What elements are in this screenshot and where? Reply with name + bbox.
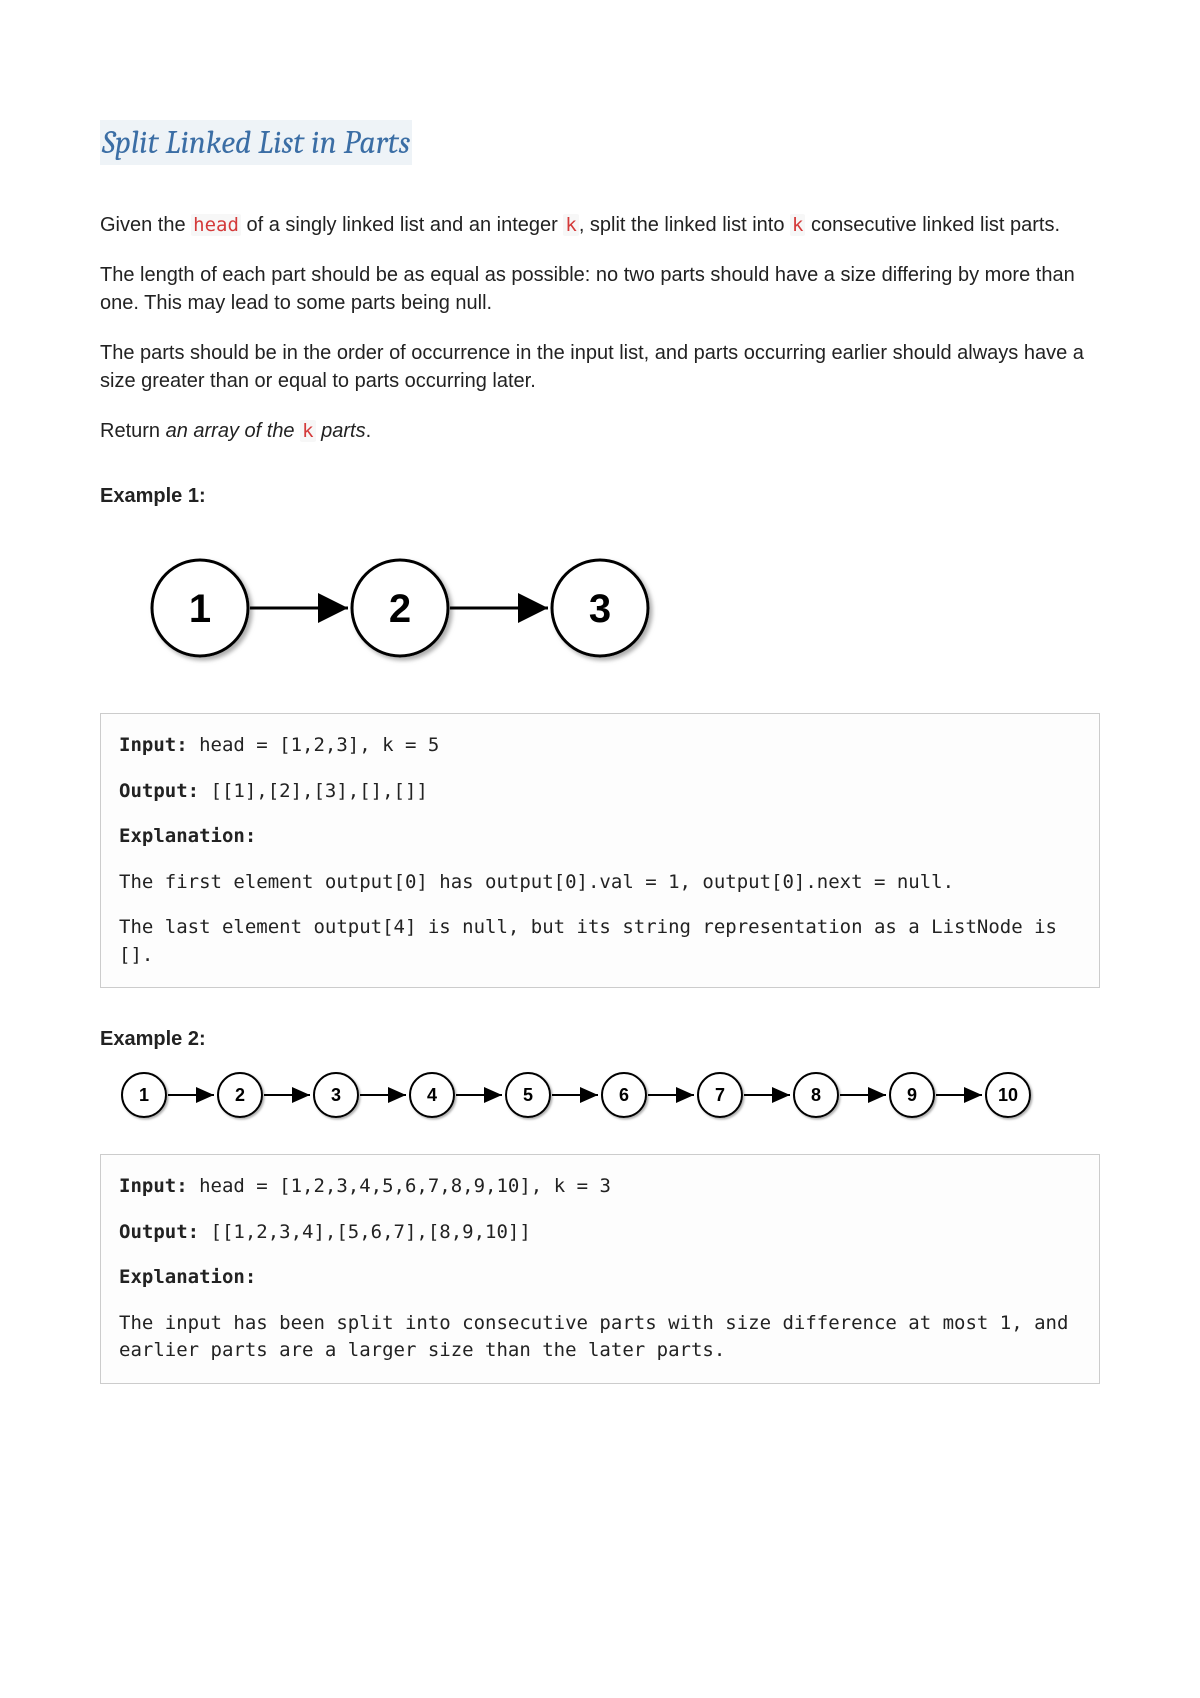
- text: Return: [100, 420, 166, 442]
- node-value: 2: [389, 587, 411, 631]
- node-value: 1: [189, 587, 211, 631]
- text: .: [366, 420, 372, 442]
- example-1-code: Input: head = [1,2,3], k = 5 Output: [[1…: [100, 713, 1100, 988]
- code-head: head: [191, 214, 241, 236]
- text: consecutive linked list parts.: [805, 214, 1060, 236]
- example-1-heading: Example 1:: [100, 485, 1100, 508]
- node-value: 10: [998, 1085, 1018, 1105]
- node-value: 7: [715, 1085, 725, 1105]
- linked-list-diagram-2: 1 2 3 4 5 6 7 8 9 10: [100, 1067, 1100, 1132]
- node-value: 5: [523, 1085, 533, 1105]
- intro-paragraph-3: The parts should be in the order of occu…: [100, 339, 1100, 395]
- italic-text: parts: [316, 420, 366, 442]
- linked-list-diagram-1: 1 2 3: [100, 548, 1100, 683]
- explanation-text: The input has been split into consecutiv…: [119, 1310, 1081, 1365]
- explanation-text: The last element output[4] is null, but …: [119, 914, 1081, 969]
- code-k: k: [300, 420, 315, 442]
- input-value: head = [1,2,3,4,5,6,7,8,9,10], k = 3: [188, 1175, 611, 1197]
- node-value: 1: [139, 1085, 149, 1105]
- example-2-code: Input: head = [1,2,3,4,5,6,7,8,9,10], k …: [100, 1154, 1100, 1384]
- page-title: Split Linked List in Parts: [100, 120, 412, 165]
- intro-paragraph-1: Given the head of a singly linked list a…: [100, 211, 1100, 239]
- input-label: Input:: [119, 1175, 188, 1197]
- output-label: Output:: [119, 1221, 199, 1243]
- text: of a singly linked list and an integer: [241, 214, 563, 236]
- explanation-label: Explanation:: [119, 1266, 256, 1288]
- node-value: 6: [619, 1085, 629, 1105]
- intro-paragraph-2: The length of each part should be as equ…: [100, 261, 1100, 317]
- node-value: 9: [907, 1085, 917, 1105]
- input-value: head = [1,2,3], k = 5: [188, 734, 440, 756]
- node-value: 2: [235, 1085, 245, 1105]
- output-value: [[1],[2],[3],[],[]]: [199, 780, 428, 802]
- text: , split the linked list into: [579, 214, 790, 236]
- output-value: [[1,2,3,4],[5,6,7],[8,9,10]]: [199, 1221, 531, 1243]
- code-k: k: [563, 214, 578, 236]
- node-value: 3: [331, 1085, 341, 1105]
- example-2-heading: Example 2:: [100, 1028, 1100, 1051]
- output-label: Output:: [119, 780, 199, 802]
- node-value: 4: [427, 1085, 437, 1105]
- explanation-label: Explanation:: [119, 825, 256, 847]
- italic-text: an array of the: [166, 420, 301, 442]
- code-k: k: [790, 214, 805, 236]
- intro-paragraph-4: Return an array of the k parts.: [100, 417, 1100, 445]
- node-value: 8: [811, 1085, 821, 1105]
- input-label: Input:: [119, 734, 188, 756]
- explanation-text: The first element output[0] has output[0…: [119, 869, 1081, 897]
- text: Given the: [100, 214, 191, 236]
- node-value: 3: [589, 587, 611, 631]
